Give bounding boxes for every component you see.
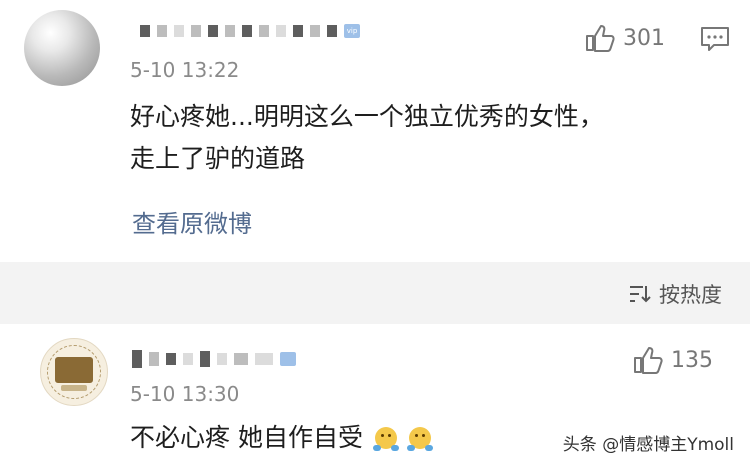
comment-text-line-1: 好心疼她...明明这么一个独立优秀的女性，	[130, 102, 604, 131]
avatar[interactable]	[24, 10, 100, 86]
facepalm-emoji-icon	[406, 427, 433, 451]
comment-text-line-2: 走上了驴的道路	[130, 144, 306, 173]
username-pixelated[interactable]	[132, 350, 296, 368]
like-count: 301	[623, 25, 665, 51]
thumbs-up-icon	[586, 25, 615, 52]
thumbs-up-icon	[634, 347, 663, 374]
comment-time: 5-10 13:22	[130, 58, 240, 82]
comment-text: 不必心疼 她自作自受	[130, 418, 433, 457]
facepalm-emoji-icon	[372, 427, 399, 451]
verified-badge-icon	[280, 352, 296, 366]
sort-by-hot-button[interactable]: 按热度	[629, 279, 722, 309]
sort-icon	[630, 286, 651, 303]
avatar[interactable]	[40, 338, 108, 406]
comment-text-content: 不必心疼 她自作自受	[130, 423, 363, 452]
verified-badge-icon: vip	[344, 24, 360, 38]
like-button[interactable]: 301	[585, 24, 665, 52]
like-count: 135	[671, 347, 713, 373]
view-original-weibo-link[interactable]: 查看原微博	[132, 204, 252, 239]
comment-card-2: 5-10 13:30 135 不必心疼 她自作自受 头条 @情感博主Ymoll	[0, 324, 750, 469]
watermark: 头条 @情感博主Ymoll	[562, 435, 734, 455]
sort-bar: 按热度	[0, 262, 750, 324]
comment-icon[interactable]	[700, 26, 730, 56]
like-button[interactable]: 135	[633, 346, 713, 374]
username-pixelated[interactable]: vip	[140, 24, 360, 38]
sort-label: 按热度	[659, 283, 722, 307]
comment-time: 5-10 13:30	[130, 382, 240, 406]
comment-card-1: vip 5-10 13:22 301 好心疼她...明明这么一个独立优秀的女性，…	[0, 0, 750, 262]
